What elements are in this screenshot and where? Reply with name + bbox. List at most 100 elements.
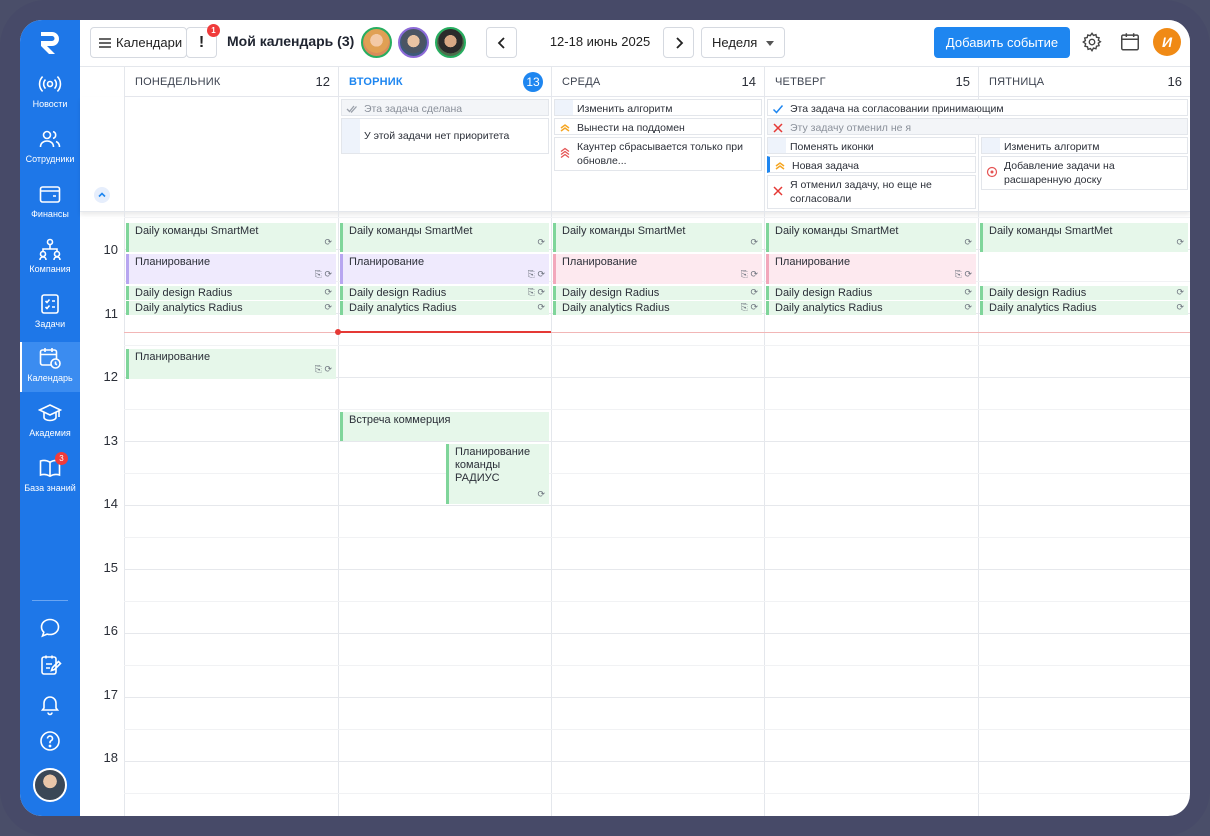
notes-icon[interactable] (38, 653, 62, 677)
user-initial-badge[interactable]: И (1153, 28, 1181, 56)
view-select[interactable]: Неделя (701, 27, 785, 58)
sidebar-item-academy[interactable]: Академия (20, 397, 80, 447)
day-header-thursday[interactable]: Четверг 15 (764, 67, 978, 97)
repeat-icon: ⟳ (1176, 237, 1184, 247)
task-item[interactable]: Я отменил задачу, но еще не согласовали (767, 175, 976, 209)
half-hour-line (124, 345, 1190, 346)
topbar: Календари ! 1 Мой календарь (3) 12-18 ию… (80, 20, 1190, 66)
sidebar-item-finance[interactable]: Финансы (20, 178, 80, 228)
event-title: Планирование команды РАДИУС (455, 446, 531, 484)
event-planning[interactable]: Планирование ⎘ ⟳ (766, 254, 976, 284)
prev-week-button[interactable] (486, 27, 517, 58)
task-item[interactable]: У этой задачи нет приоритета (341, 118, 549, 154)
graduation-cap-icon (38, 404, 62, 422)
day-name: Пятница (989, 76, 1045, 88)
app-logo-icon[interactable] (38, 30, 62, 56)
task-item[interactable]: Каунтер сбрасывается только при обновле.… (554, 137, 762, 171)
event-title: Daily analytics Radius (135, 302, 243, 314)
task-title: Эта задача на согласовании принимающим (790, 103, 1004, 115)
day-header-friday[interactable]: Пятница 16 (978, 67, 1190, 97)
sidebar-item-company[interactable]: Компания (20, 233, 80, 283)
event-daily-design[interactable]: Daily design Radius ⟳ (553, 286, 762, 300)
event-daily-analytics[interactable]: Daily analytics Radius ⟳ (980, 301, 1188, 315)
event-daily-smartmet[interactable]: Daily команды SmartMet ⟳ (340, 223, 549, 252)
event-daily-smartmet[interactable]: Daily команды SmartMet ⟳ (553, 223, 762, 252)
event-daily-smartmet[interactable]: Daily команды SmartMet ⟳ (980, 223, 1188, 252)
event-planning[interactable]: Планирование ⎘ ⟳ (126, 254, 336, 284)
half-hour-line (124, 793, 1190, 794)
date-range: 12-18 июнь 2025 (549, 34, 651, 49)
collapse-toggle[interactable] (94, 187, 110, 203)
event-daily-analytics[interactable]: Daily analytics Radius ⎘ ⟳ (553, 301, 762, 315)
day-name: Понедельник (135, 76, 221, 88)
add-event-button[interactable]: Добавить событие (934, 27, 1070, 58)
event-daily-design[interactable]: Daily design Radius ⟳ (980, 286, 1188, 300)
alert-button[interactable]: ! 1 (186, 24, 220, 58)
sidebar-item-label: Компания (29, 264, 71, 274)
sidebar-item-knowledge-base[interactable]: База знаний 3 (20, 452, 80, 502)
current-user-avatar[interactable] (33, 768, 67, 802)
event-daily-analytics[interactable]: Daily analytics Radius ⟳ (766, 301, 976, 315)
bell-icon[interactable] (38, 692, 62, 716)
sidebar-item-employees[interactable]: Сотрудники (20, 123, 80, 173)
day-date: 12 (315, 74, 330, 89)
task-title: Новая задача (792, 160, 860, 172)
task-item[interactable]: Новая задача (767, 156, 976, 173)
event-meeting-commerce[interactable]: Встреча коммерция (340, 412, 549, 441)
day-header-tuesday[interactable]: Вторник 13 (338, 67, 551, 97)
gear-icon[interactable] (1081, 31, 1103, 53)
column-divider (978, 212, 979, 816)
target-icon (986, 166, 998, 178)
event-daily-smartmet[interactable]: Daily команды SmartMet ⟳ (766, 223, 976, 252)
participant-avatar[interactable] (398, 27, 429, 58)
event-title: Daily команды SmartMet (349, 225, 473, 237)
event-daily-design[interactable]: Daily design Radius ⟳ (126, 286, 336, 300)
event-daily-design[interactable]: Daily design Radius ⎘ ⟳ (340, 286, 549, 300)
event-daily-analytics[interactable]: Daily analytics Radius ⟳ (340, 301, 549, 315)
hour-line (124, 697, 1190, 698)
task-item[interactable]: Эта задача сделана (341, 99, 549, 116)
event-daily-design[interactable]: Daily design Radius ⟳ (766, 286, 976, 300)
sidebar-item-calendar[interactable]: Календарь (20, 342, 80, 392)
participant-avatar[interactable] (435, 27, 466, 58)
sidebar-item-tasks[interactable]: Задачи (20, 288, 80, 338)
calendar-clock-icon (39, 348, 61, 369)
repeat-icon: ⟳ (324, 237, 332, 247)
event-daily-analytics[interactable]: Daily analytics Radius ⟳ (126, 301, 336, 315)
event-planning[interactable]: Планирование ⎘ ⟳ (340, 254, 549, 284)
event-planning[interactable]: Планирование ⎘ ⟳ (553, 254, 762, 284)
next-week-button[interactable] (663, 27, 694, 58)
task-item[interactable]: Изменить алгоритм (554, 99, 762, 116)
calendar-icon[interactable] (1119, 31, 1141, 53)
task-item[interactable]: Эта задача на согласовании принимающим (767, 99, 1188, 116)
event-title: Daily analytics Radius (989, 302, 1097, 314)
day-date: 16 (1167, 74, 1182, 89)
day-header-wednesday[interactable]: Среда 14 (551, 67, 764, 97)
participant-avatar[interactable] (361, 27, 392, 58)
calendars-button[interactable]: Календари (90, 27, 187, 58)
repeat-icon: ⟳ (324, 287, 332, 297)
knowledge-badge: 3 (55, 452, 68, 465)
repeat-icon: ⟳ (1176, 302, 1184, 312)
task-item[interactable]: Поменять иконки (767, 137, 976, 154)
no-priority-icon (342, 119, 360, 153)
chat-icon[interactable] (38, 616, 62, 640)
attachment-repeat-icon: ⎘ ⟳ (314, 364, 332, 374)
menu-icon (99, 37, 111, 48)
event-radius-planning[interactable]: Планирование команды РАДИУС ⟳ (446, 444, 549, 504)
task-item[interactable]: Изменить алгоритм (981, 137, 1188, 154)
day-header-monday[interactable]: Понедельник 12 (124, 67, 338, 97)
sidebar-item-news[interactable]: Новости (20, 68, 80, 118)
task-item[interactable]: Вынести на поддомен (554, 118, 762, 135)
sidebar-item-label: Календарь (27, 373, 73, 383)
help-icon[interactable] (38, 729, 62, 753)
all-day-column (124, 97, 338, 212)
medium-priority-icon (775, 162, 785, 170)
task-title: Вынести на поддомен (577, 122, 685, 134)
task-item[interactable]: Эту задачу отменил не я (767, 118, 1188, 135)
event-planning[interactable]: Планирование ⎘ ⟳ (126, 349, 336, 379)
task-item[interactable]: Добавление задачи на расшаренную доску (981, 156, 1188, 190)
hour-label: 11 (104, 306, 119, 321)
event-daily-smartmet[interactable]: Daily команды SmartMet ⟳ (126, 223, 336, 252)
repeat-icon: ⟳ (1176, 287, 1184, 297)
